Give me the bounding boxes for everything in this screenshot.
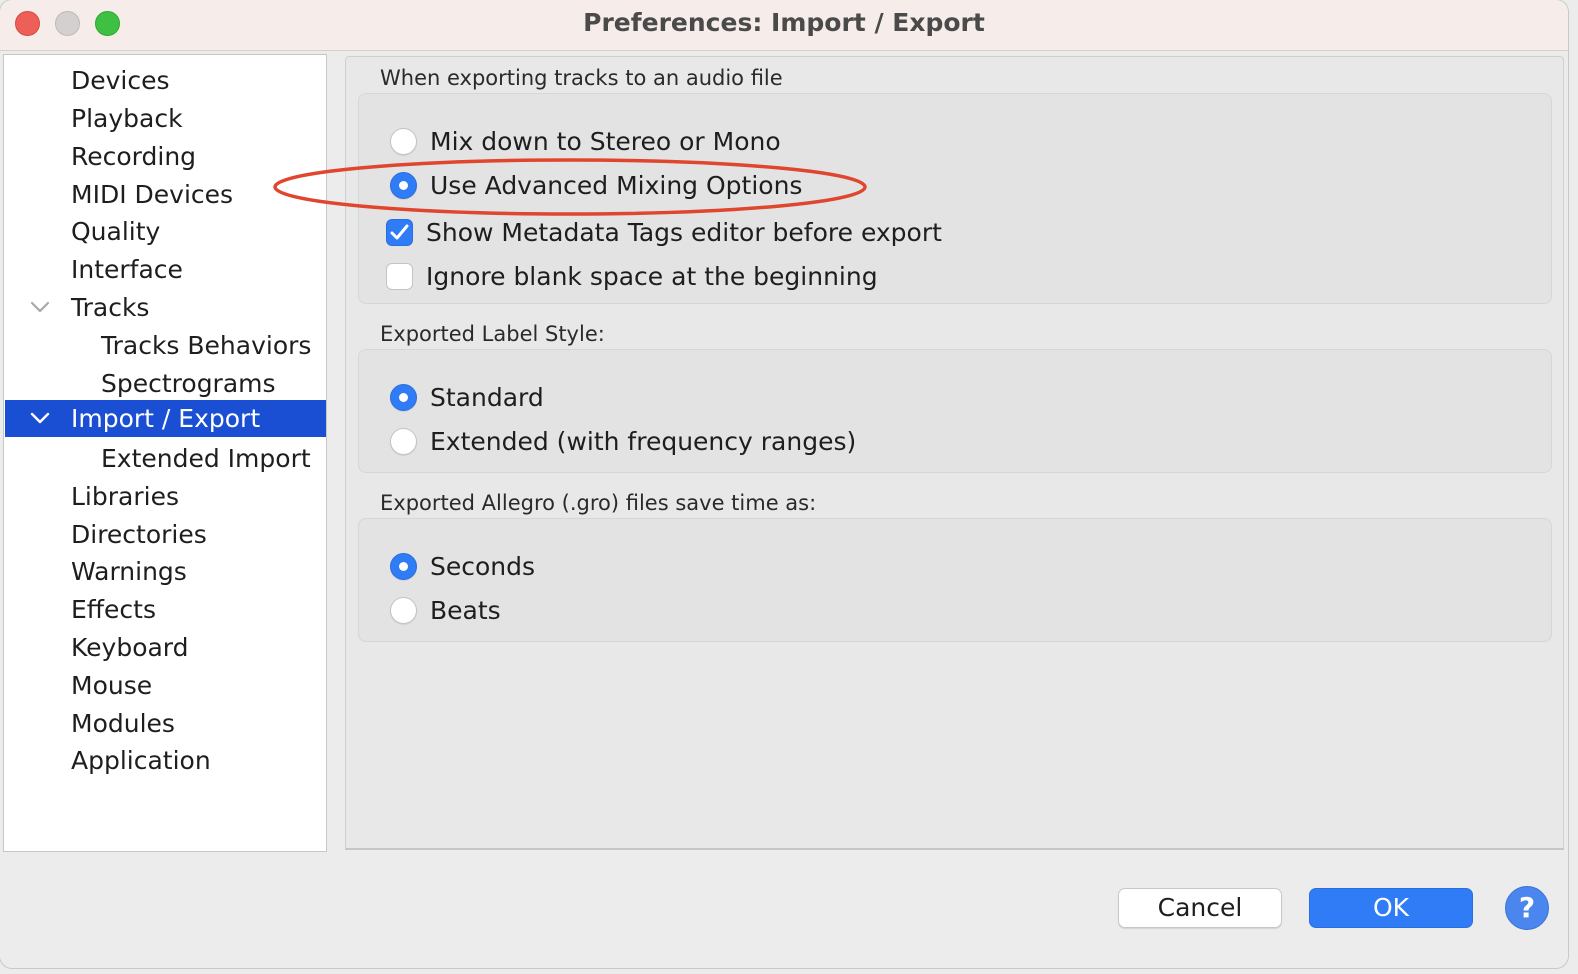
sidebar-item-label: Spectrograms bbox=[101, 369, 276, 398]
sidebar-item-tracks[interactable]: Tracks bbox=[5, 289, 326, 326]
sidebar-item-application[interactable]: Application bbox=[5, 742, 326, 779]
sidebar-item-label: Effects bbox=[71, 595, 156, 624]
standard-radio[interactable] bbox=[390, 384, 417, 411]
sidebar-item-interface[interactable]: Interface bbox=[5, 251, 326, 288]
sidebar-item-libraries[interactable]: Libraries bbox=[5, 478, 326, 515]
sidebar-item-spectrograms[interactable]: Spectrograms bbox=[5, 365, 326, 402]
sidebar-item-label: Warnings bbox=[71, 557, 187, 586]
sidebar-item-label: Keyboard bbox=[71, 633, 189, 662]
mix-down-radio[interactable] bbox=[390, 128, 417, 155]
sidebar-item-label: Quality bbox=[71, 217, 161, 246]
sidebar-item-label: Tracks bbox=[71, 293, 150, 322]
help-icon: ? bbox=[1518, 891, 1536, 924]
allegro-group-title: Exported Allegro (.gro) files save time … bbox=[380, 491, 817, 515]
sidebar-item-warnings[interactable]: Warnings bbox=[5, 553, 326, 590]
extended-label: Extended (with frequency ranges) bbox=[430, 427, 857, 456]
metadata-tags-checkbox[interactable] bbox=[386, 219, 413, 246]
sidebar-item-midi-devices[interactable]: MIDI Devices bbox=[5, 176, 326, 213]
sidebar-item-extended-import[interactable]: Extended Import bbox=[5, 440, 326, 477]
seconds-radio[interactable] bbox=[390, 553, 417, 580]
advanced-mixing-label: Use Advanced Mixing Options bbox=[430, 171, 803, 200]
sidebar-item-devices[interactable]: Devices bbox=[5, 62, 326, 99]
sidebar-item-tracks-behaviors[interactable]: Tracks Behaviors bbox=[5, 327, 326, 364]
checkmark-icon bbox=[390, 224, 409, 240]
sidebar-item-label: Devices bbox=[71, 66, 170, 95]
import-export-panel: When exporting tracks to an audio file M… bbox=[345, 56, 1564, 850]
window-title: Preferences: Import / Export bbox=[583, 8, 985, 37]
sidebar-item-modules[interactable]: Modules bbox=[5, 705, 326, 742]
seconds-label: Seconds bbox=[430, 552, 536, 581]
chevron-down-icon[interactable] bbox=[29, 409, 51, 427]
sidebar-item-label: Recording bbox=[71, 142, 197, 171]
sidebar-item-label: Interface bbox=[71, 255, 183, 284]
cancel-button[interactable]: Cancel bbox=[1118, 888, 1282, 928]
label-style-group-title: Exported Label Style: bbox=[380, 322, 605, 346]
preferences-sidebar: Devices Playback Recording MIDI Devices … bbox=[3, 54, 327, 852]
sidebar-item-label: Mouse bbox=[71, 671, 153, 700]
beats-label: Beats bbox=[430, 596, 501, 625]
sidebar-item-label: Directories bbox=[71, 520, 207, 549]
mix-down-label: Mix down to Stereo or Mono bbox=[430, 127, 781, 156]
sidebar-item-import-export[interactable]: Import / Export bbox=[5, 400, 326, 437]
sidebar-item-recording[interactable]: Recording bbox=[5, 138, 326, 175]
sidebar-item-directories[interactable]: Directories bbox=[5, 516, 326, 553]
sidebar-item-label: Import / Export bbox=[71, 404, 261, 433]
sidebar-item-label: Application bbox=[71, 746, 211, 775]
title-bar: Preferences: Import / Export bbox=[0, 0, 1568, 51]
sidebar-item-quality[interactable]: Quality bbox=[5, 213, 326, 250]
sidebar-item-label: MIDI Devices bbox=[71, 180, 234, 209]
label-style-group: Standard Extended (with frequency ranges… bbox=[358, 349, 1552, 473]
help-button[interactable]: ? bbox=[1505, 886, 1549, 930]
allegro-group: Seconds Beats bbox=[358, 518, 1552, 642]
ok-button[interactable]: OK bbox=[1309, 888, 1473, 928]
sidebar-item-label: Libraries bbox=[71, 482, 179, 511]
sidebar-item-label: Playback bbox=[71, 104, 183, 133]
export-tracks-group-title: When exporting tracks to an audio file bbox=[380, 66, 783, 90]
ignore-blank-space-checkbox[interactable] bbox=[386, 263, 413, 290]
sidebar-item-label: Tracks Behaviors bbox=[101, 331, 312, 360]
preferences-window: Preferences: Import / Export Devices Pla… bbox=[0, 0, 1568, 968]
ignore-blank-space-label: Ignore blank space at the beginning bbox=[426, 262, 878, 291]
export-tracks-group: Mix down to Stereo or Mono Use Advanced … bbox=[358, 93, 1552, 304]
standard-label: Standard bbox=[430, 383, 544, 412]
chevron-down-icon[interactable] bbox=[29, 298, 51, 316]
sidebar-item-playback[interactable]: Playback bbox=[5, 100, 326, 137]
beats-radio[interactable] bbox=[390, 597, 417, 624]
sidebar-item-mouse[interactable]: Mouse bbox=[5, 667, 326, 704]
extended-radio[interactable] bbox=[390, 428, 417, 455]
metadata-tags-label: Show Metadata Tags editor before export bbox=[426, 218, 942, 247]
sidebar-item-keyboard[interactable]: Keyboard bbox=[5, 629, 326, 666]
sidebar-item-label: Modules bbox=[71, 709, 175, 738]
sidebar-item-label: Extended Import bbox=[101, 444, 311, 473]
sidebar-item-effects[interactable]: Effects bbox=[5, 591, 326, 628]
advanced-mixing-radio[interactable] bbox=[390, 172, 417, 199]
